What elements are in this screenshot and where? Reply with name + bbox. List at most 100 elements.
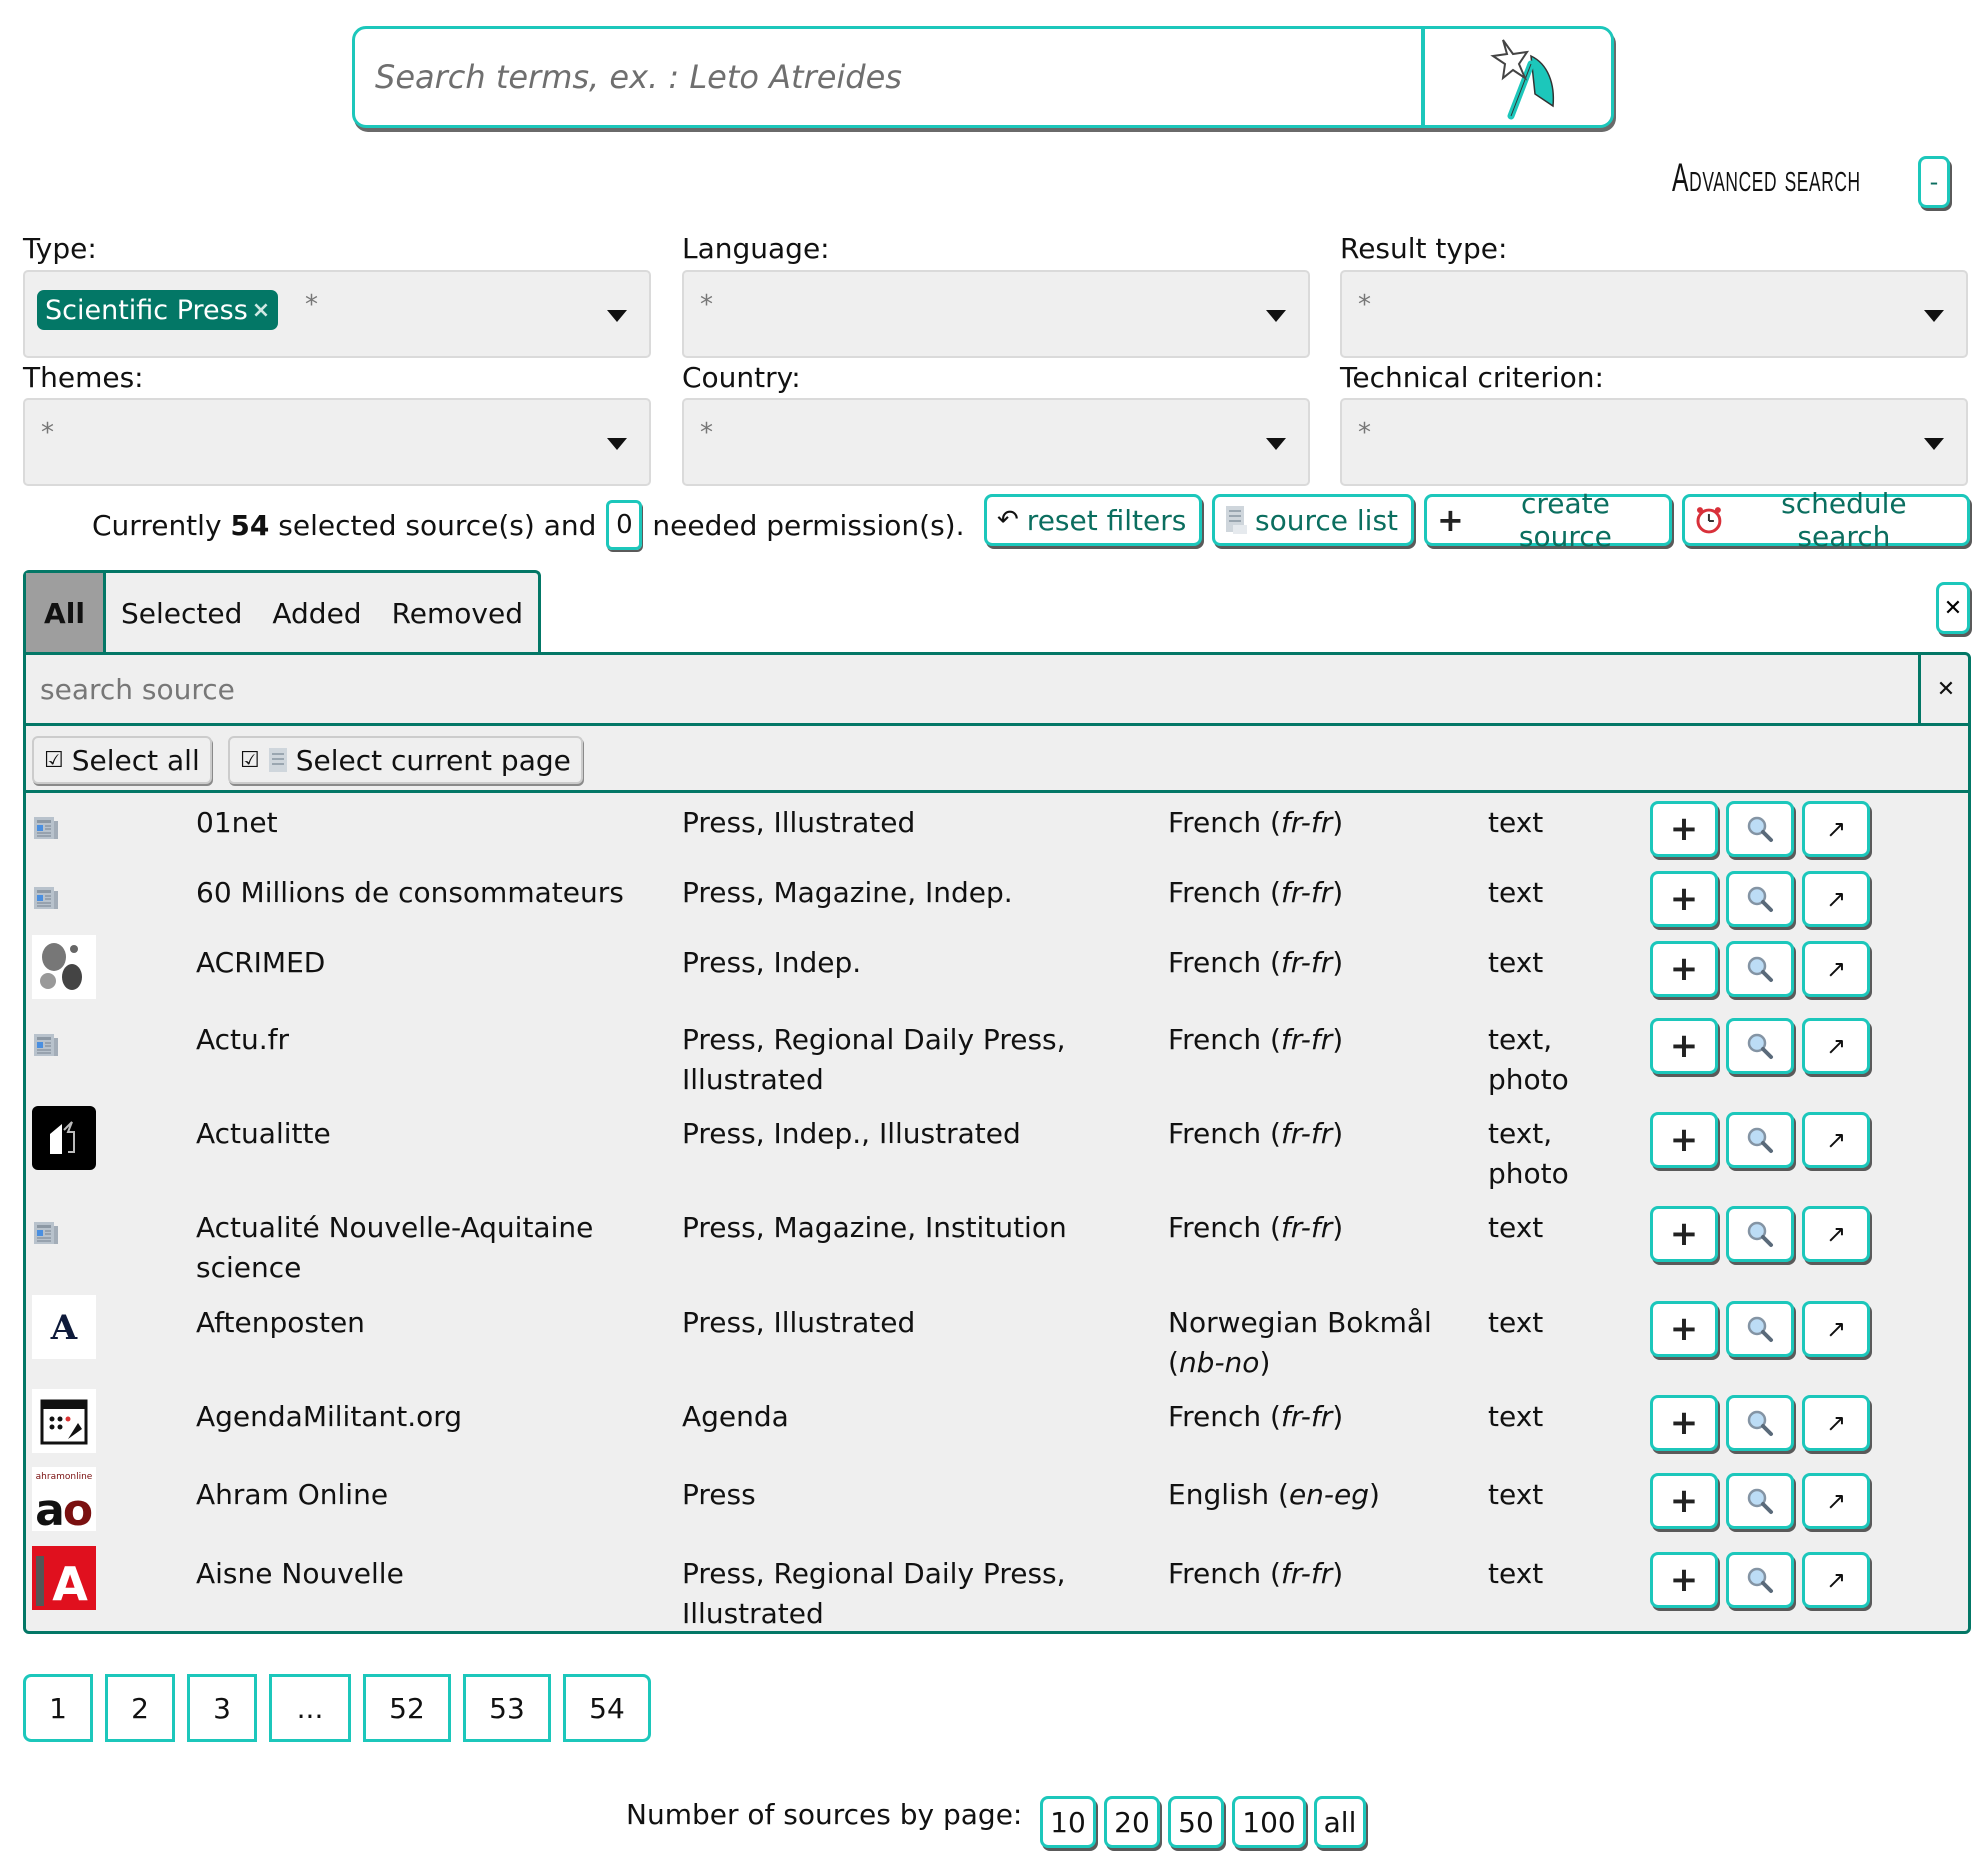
- search-submit-button[interactable]: [1421, 29, 1611, 125]
- magnifier-icon: [1747, 886, 1773, 912]
- acrimed-logo: [32, 935, 96, 999]
- open-source-link-button[interactable]: ↗: [1802, 1301, 1870, 1357]
- add-source-button[interactable]: +: [1650, 1301, 1718, 1357]
- page-button[interactable]: 54: [563, 1674, 651, 1742]
- open-source-link-button[interactable]: ↗: [1802, 941, 1870, 997]
- svg-text:A: A: [52, 1557, 88, 1610]
- preview-source-button[interactable]: [1726, 871, 1794, 927]
- preview-source-button[interactable]: [1726, 1473, 1794, 1529]
- newspaper-icon: [32, 885, 58, 913]
- per-page-option[interactable]: all: [1314, 1796, 1366, 1848]
- themes-filter-select[interactable]: *: [23, 398, 651, 486]
- result-type-filter-select[interactable]: *: [1340, 270, 1968, 358]
- source-tabs: All Selected Added Removed: [23, 570, 541, 654]
- external-link-icon: ↗: [1825, 1220, 1847, 1248]
- per-page-option[interactable]: 10: [1040, 1796, 1096, 1848]
- source-language: French (fr-fr): [1168, 806, 1344, 839]
- add-source-button[interactable]: +: [1650, 871, 1718, 927]
- close-panel-button[interactable]: ✕: [1936, 582, 1970, 634]
- add-source-button[interactable]: +: [1650, 1112, 1718, 1168]
- page-button[interactable]: 2: [105, 1674, 175, 1742]
- page-button[interactable]: 52: [363, 1674, 451, 1742]
- plus-icon: +: [1669, 809, 1699, 849]
- aftenposten-logo: A: [32, 1295, 96, 1359]
- country-filter-select[interactable]: *: [682, 398, 1310, 486]
- main-search-input[interactable]: [355, 29, 1423, 125]
- language-filter-select[interactable]: *: [682, 270, 1310, 358]
- open-source-link-button[interactable]: ↗: [1802, 1206, 1870, 1262]
- open-source-link-button[interactable]: ↗: [1802, 1395, 1870, 1451]
- language-code: en-eg: [1288, 1478, 1370, 1511]
- source-list-button[interactable]: source list: [1212, 494, 1414, 546]
- chevron-down-icon: [1924, 310, 1944, 322]
- tab-all[interactable]: All: [26, 573, 106, 654]
- tab-selected[interactable]: Selected: [106, 573, 257, 654]
- clear-search-icon[interactable]: ✕: [1924, 655, 1968, 723]
- language-code: nb-no: [1178, 1346, 1260, 1379]
- per-page-option[interactable]: 100: [1232, 1796, 1306, 1848]
- page-button[interactable]: 53: [463, 1674, 551, 1742]
- page-button[interactable]: 3: [187, 1674, 257, 1742]
- preview-source-button[interactable]: [1726, 1395, 1794, 1451]
- preview-source-button[interactable]: [1726, 801, 1794, 857]
- ahram-logo: ahramonline a o: [32, 1467, 96, 1536]
- preview-source-button[interactable]: [1726, 1301, 1794, 1357]
- preview-source-button[interactable]: [1726, 1018, 1794, 1074]
- source-search-input[interactable]: [26, 655, 1921, 723]
- language-filter-label: Language:: [682, 232, 830, 265]
- language-code: fr-fr: [1280, 946, 1333, 979]
- add-source-button[interactable]: +: [1650, 1206, 1718, 1262]
- add-source-button[interactable]: +: [1650, 941, 1718, 997]
- open-source-link-button[interactable]: ↗: [1802, 1552, 1870, 1608]
- add-source-button[interactable]: +: [1650, 1473, 1718, 1529]
- source-types: Press, Magazine, Institution: [682, 1211, 1067, 1244]
- remove-chip-icon[interactable]: ×: [252, 298, 270, 323]
- chevron-down-icon: [1924, 438, 1944, 450]
- row-actions: + ↗: [1650, 941, 1870, 997]
- open-source-link-button[interactable]: ↗: [1802, 801, 1870, 857]
- create-source-button[interactable]: + create source: [1424, 487, 1672, 553]
- language-name: French: [1168, 1211, 1262, 1244]
- technical-criterion-filter-select[interactable]: *: [1340, 398, 1968, 486]
- preview-source-button[interactable]: [1726, 1112, 1794, 1168]
- page-button[interactable]: 1: [23, 1674, 93, 1742]
- preview-source-button[interactable]: [1726, 1206, 1794, 1262]
- per-page-option[interactable]: 50: [1168, 1796, 1224, 1848]
- select-all-label: Select all: [71, 743, 200, 777]
- source-language: French (fr-fr): [1168, 1211, 1344, 1244]
- add-source-button[interactable]: +: [1650, 1552, 1718, 1608]
- open-source-link-button[interactable]: ↗: [1802, 1473, 1870, 1529]
- add-source-button[interactable]: +: [1650, 1395, 1718, 1451]
- add-source-button[interactable]: +: [1650, 801, 1718, 857]
- plus-icon: +: [1437, 501, 1464, 539]
- preview-source-button[interactable]: [1726, 941, 1794, 997]
- source-list-label: source list: [1255, 503, 1399, 537]
- preview-source-button[interactable]: [1726, 1552, 1794, 1608]
- source-media: text: [1488, 1478, 1544, 1511]
- advanced-search-toggle-button[interactable]: -: [1918, 156, 1950, 208]
- open-source-link-button[interactable]: ↗: [1802, 1112, 1870, 1168]
- source-name: Aisne Nouvelle: [196, 1557, 404, 1590]
- tab-removed[interactable]: Removed: [377, 573, 538, 654]
- permission-count-button[interactable]: 0: [606, 500, 643, 550]
- add-source-button[interactable]: +: [1650, 1018, 1718, 1074]
- source-types: Press, Indep., Illustrated: [682, 1117, 1021, 1150]
- result-type-filter-label: Result type:: [1340, 232, 1508, 265]
- plus-icon: +: [1669, 1309, 1699, 1349]
- tab-added[interactable]: Added: [257, 573, 376, 654]
- source-media: text, photo: [1488, 1023, 1569, 1096]
- source-media: text: [1488, 1557, 1544, 1590]
- per-page-option[interactable]: 20: [1104, 1796, 1160, 1848]
- open-source-link-button[interactable]: ↗: [1802, 1018, 1870, 1074]
- open-source-link-button[interactable]: ↗: [1802, 871, 1870, 927]
- schedule-search-button[interactable]: schedule search: [1682, 487, 1970, 553]
- select-all-button[interactable]: ☑ Select all: [32, 736, 212, 784]
- result-type-filter-placeholder: *: [1358, 290, 1371, 320]
- row-actions: + ↗: [1650, 1112, 1870, 1168]
- technical-criterion-filter-label: Technical criterion:: [1340, 361, 1604, 394]
- type-filter-select[interactable]: Scientific Press × *: [23, 270, 651, 358]
- undo-icon: ↶: [997, 505, 1019, 535]
- reset-filters-button[interactable]: ↶ reset filters: [984, 494, 1202, 546]
- select-current-page-button[interactable]: ☑ Select current page: [228, 736, 583, 784]
- source-panel: ✕ ☑ Select all ☑ Select current page 01n…: [23, 652, 1971, 1634]
